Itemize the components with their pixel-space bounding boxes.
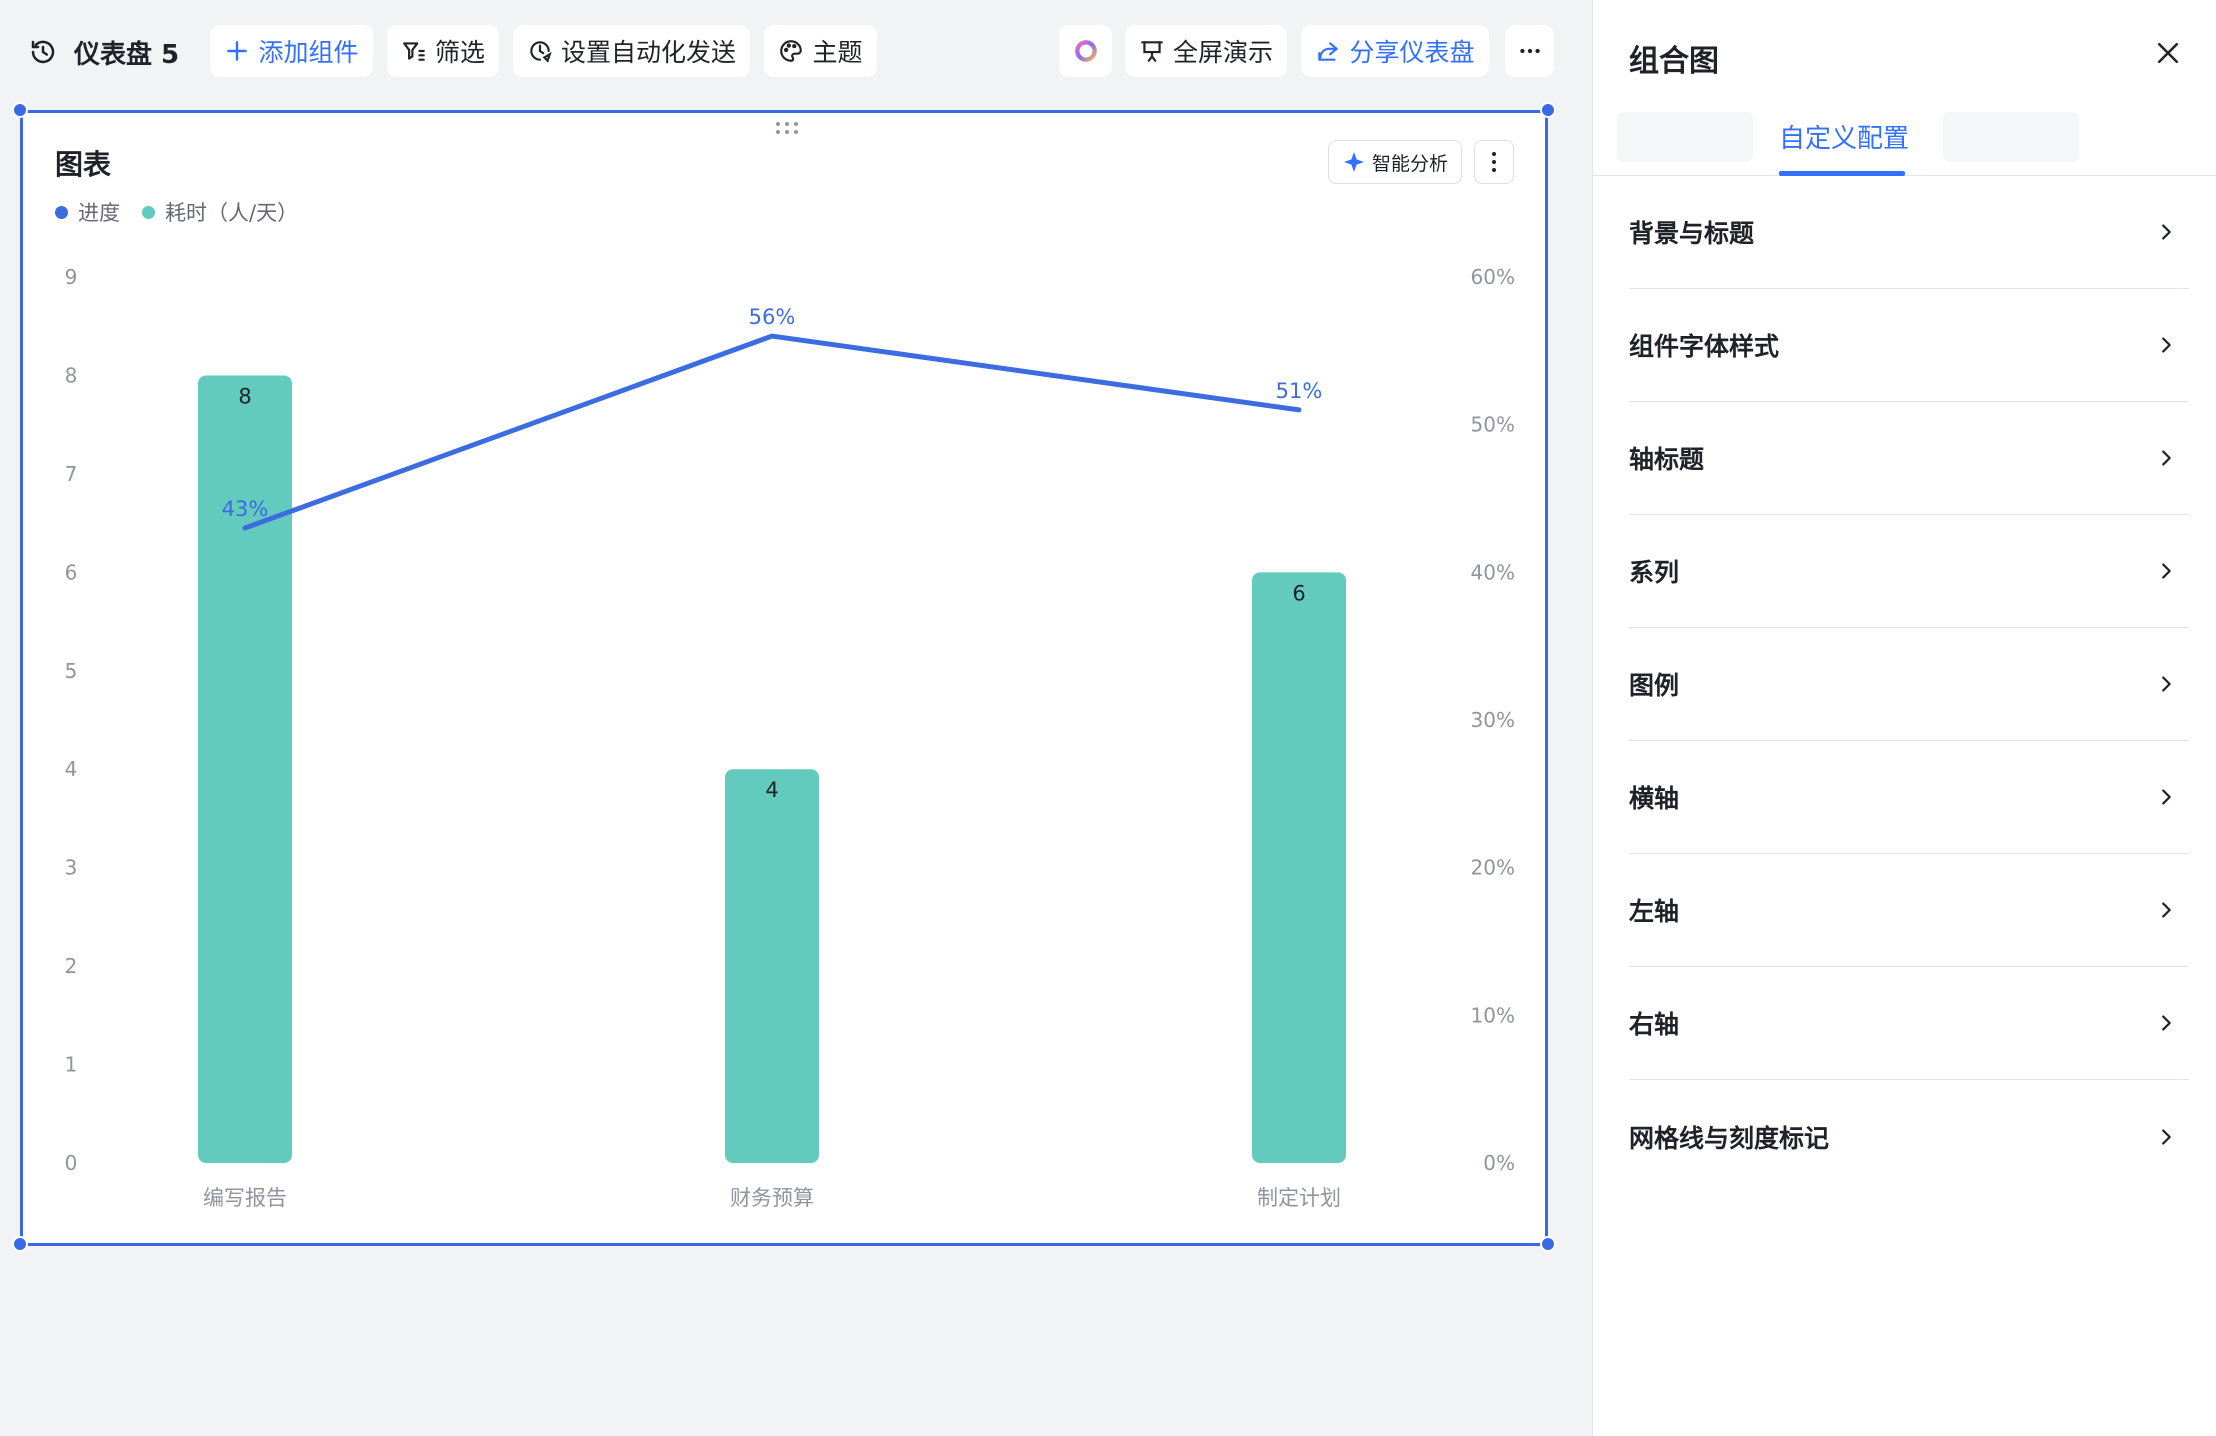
- tab-custom-config[interactable]: 自定义配置: [1779, 118, 1909, 155]
- more-options-button[interactable]: [1505, 25, 1554, 77]
- config-menu-label: 组件字体样式: [1629, 332, 1780, 361]
- panel-tabs: 自定义配置: [1593, 110, 2216, 176]
- x-axis-category-label: 财务预算: [730, 1186, 814, 1210]
- theme-label: 主题: [812, 38, 863, 67]
- config-menu-label: 网格线与刻度标记: [1629, 1123, 1830, 1153]
- right-axis-tick-label: 10%: [1471, 1003, 1515, 1027]
- bar-1: [198, 375, 292, 1163]
- chart-card[interactable]: 图表 进度 耗时（人/天） 智能分析 0 1 2 3 4 5 6 7 8 9 0% 10% 20% 30%…: [20, 110, 1548, 1246]
- auto-send-button[interactable]: 设置自动化发送: [513, 25, 750, 77]
- chevron-right-icon: [2162, 1015, 2171, 1031]
- history-clock-icon[interactable]: [28, 37, 58, 67]
- progress-line: [242, 333, 1302, 531]
- settings-panel: 组合图 自定义配置 背景与标题组件字体样式 轴标题系列图例横轴左轴右轴网格线与刻度…: [1592, 0, 2216, 1436]
- line-point-label: 56%: [749, 305, 796, 329]
- config-menu-label: 图例: [1629, 671, 1680, 700]
- left-axis-tick-label: 9: [65, 265, 78, 289]
- resize-handle-bottom-right[interactable]: [1540, 1236, 1556, 1252]
- fullscreen-present-button[interactable]: 全屏演示: [1125, 25, 1287, 77]
- left-axis-tick-label: 1: [65, 1053, 78, 1077]
- config-menu-item[interactable]: 轴标题: [1629, 402, 2189, 515]
- config-menu-label: 横轴: [1629, 784, 1680, 813]
- right-axis-tick-label: 20%: [1471, 856, 1515, 880]
- bar-2: [725, 769, 819, 1163]
- filter-button[interactable]: 筛选: [387, 25, 499, 77]
- dashboard-title[interactable]: 仪表盘 5: [74, 34, 179, 71]
- config-menu-label: 轴标题: [1629, 445, 1705, 474]
- chevron-right-icon: [2162, 1128, 2171, 1145]
- tab-placeholder-1[interactable]: [1617, 112, 1753, 162]
- bar-value-label: 6: [1292, 581, 1305, 605]
- palette-icon: [780, 40, 803, 62]
- left-axis-tick-label: 2: [65, 954, 78, 978]
- top-toolbar: 仪表盘 5 添加组件 筛选 设置自动化发送 主题 全屏演示 分享仪表盘: [0, 0, 1592, 104]
- chevron-right-icon: [2162, 902, 2171, 918]
- left-axis-tick-label: 3: [65, 856, 78, 880]
- left-axis-tick-label: 5: [65, 659, 78, 683]
- right-axis-tick-label: 50%: [1471, 413, 1515, 437]
- chevron-right-icon: [2162, 563, 2171, 579]
- right-axis-tick-label: 40%: [1471, 560, 1515, 584]
- config-menu-item[interactable]: 左轴: [1629, 854, 2189, 967]
- bar-value-label: 4: [765, 778, 778, 802]
- right-axis-tick-label: 60%: [1471, 265, 1515, 289]
- dashboard-title-area: 仪表盘 5: [28, 30, 179, 74]
- theme-button[interactable]: 主题: [764, 25, 877, 77]
- config-menu-item[interactable]: 网格线与刻度标记: [1629, 1080, 2189, 1193]
- left-axis-tick-label: 6: [65, 560, 78, 584]
- resize-handle-bottom-left[interactable]: [12, 1236, 28, 1252]
- schedule-send-icon: [530, 41, 552, 63]
- panel-title: 组合图: [1629, 44, 1719, 79]
- fullscreen-label: 全屏演示: [1172, 38, 1273, 67]
- x-axis-category-label: 制定计划: [1257, 1186, 1341, 1210]
- auto-send-label: 设置自动化发送: [560, 38, 736, 67]
- config-menu-item[interactable]: 横轴: [1629, 741, 2189, 854]
- config-menu-item[interactable]: 组件字体样式: [1629, 289, 2189, 402]
- share-icon: [1318, 42, 1339, 61]
- left-axis-tick-label: 7: [65, 462, 78, 486]
- filter-icon: [403, 42, 425, 61]
- line-point-label: 51%: [1276, 379, 1323, 403]
- ai-assistant-button[interactable]: [1059, 25, 1112, 77]
- resize-handle-top-right[interactable]: [1540, 102, 1556, 118]
- left-axis-tick-label: 4: [65, 757, 78, 781]
- tab-placeholder-2[interactable]: [1943, 112, 2079, 162]
- right-axis-tick-label: 30%: [1471, 708, 1515, 732]
- ai-ring-icon: [1074, 40, 1097, 62]
- chevron-right-icon: [2162, 789, 2171, 805]
- filter-label: 筛选: [434, 38, 485, 67]
- config-menu-label: 背景与标题: [1629, 219, 1755, 248]
- chevron-right-icon: [2162, 450, 2171, 466]
- resize-handle-top-left[interactable]: [12, 102, 28, 118]
- line-point-label: 43%: [222, 497, 269, 521]
- close-icon[interactable]: [2153, 38, 2183, 68]
- bar-value-label: 8: [238, 384, 251, 408]
- config-menu-item[interactable]: 系列: [1629, 515, 2189, 628]
- config-menu: 背景与标题组件字体样式 轴标题系列图例横轴左轴右轴网格线与刻度标记: [1629, 176, 2189, 1193]
- combo-chart: 0 1 2 3 4 5 6 7 8 9 0% 10% 20% 30% 40% 50% 60% 编写报告 财务预算 制定…: [65, 265, 1515, 1210]
- chevron-right-icon: [2162, 337, 2171, 353]
- config-menu-item[interactable]: 图例: [1629, 628, 2189, 741]
- bar-3: [1252, 572, 1346, 1163]
- config-menu-label: 左轴: [1629, 897, 1680, 926]
- add-widget-button[interactable]: 添加组件: [210, 25, 373, 77]
- presentation-icon: [1141, 41, 1163, 62]
- left-axis-tick-label: 8: [65, 363, 78, 387]
- right-axis-tick-label: 0%: [1483, 1151, 1515, 1175]
- config-menu-item[interactable]: 右轴: [1629, 967, 2189, 1080]
- plus-icon: [227, 41, 248, 61]
- chevron-right-icon: [2162, 224, 2171, 240]
- share-dashboard-button[interactable]: 分享仪表盘: [1301, 25, 1489, 77]
- left-axis-tick-label: 0: [65, 1151, 78, 1175]
- config-menu-label: 右轴: [1629, 1010, 1680, 1039]
- x-axis-category-label: 编写报告: [203, 1186, 287, 1210]
- add-widget-label: 添加组件: [258, 38, 359, 67]
- more-horizontal-icon: [1519, 48, 1540, 54]
- config-menu-item[interactable]: 背景与标题: [1629, 176, 2189, 289]
- config-menu-label: 系列: [1629, 558, 1680, 587]
- chevron-right-icon: [2162, 676, 2171, 692]
- share-label: 分享仪表盘: [1349, 38, 1475, 67]
